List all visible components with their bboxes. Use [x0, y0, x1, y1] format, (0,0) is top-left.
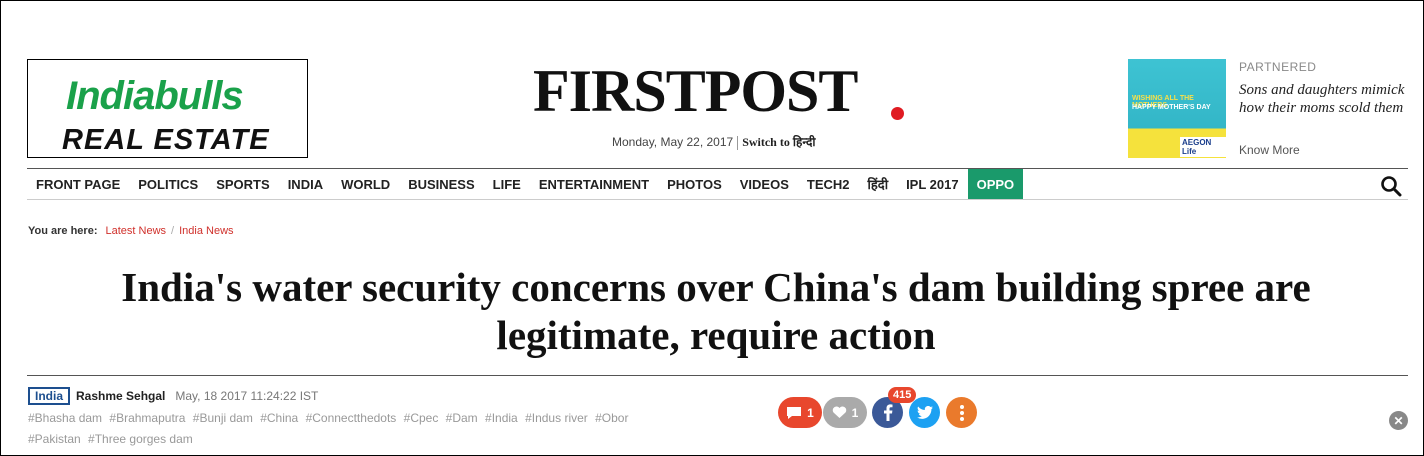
- nav-item-front-page[interactable]: FRONT PAGE: [27, 169, 129, 199]
- comment-button[interactable]: 1: [778, 397, 822, 428]
- ad-brand-line2: REAL ESTATE: [62, 124, 270, 156]
- tag-link[interactable]: #Three gorges dam: [88, 432, 193, 446]
- search-icon[interactable]: [1380, 175, 1402, 197]
- comment-icon: [787, 406, 802, 419]
- nav-item-videos[interactable]: VIDEOS: [731, 169, 798, 199]
- site-logo[interactable]: FIRSTPOST: [533, 61, 858, 121]
- partnered-label: PARTNERED: [1239, 60, 1317, 74]
- indiabulls-ad[interactable]: Indiabulls REAL ESTATE: [27, 59, 308, 158]
- author-link[interactable]: Rashme Sehgal: [76, 389, 165, 403]
- breadcrumb-label: You are here:: [28, 225, 98, 237]
- nav-item-hindi[interactable]: हिंदी: [859, 169, 898, 199]
- nav-item-business[interactable]: BUSINESS: [399, 169, 483, 199]
- partner-brand-logo: AEGON Life: [1180, 137, 1226, 157]
- nav-item-tech2[interactable]: TECH2: [798, 169, 859, 199]
- twitter-icon: [916, 406, 933, 419]
- facebook-icon: [883, 404, 892, 421]
- tag-link[interactable]: #China: [260, 411, 298, 425]
- nav-item-entertainment[interactable]: ENTERTAINMENT: [530, 169, 658, 199]
- partner-title-link[interactable]: Sons and daughters mimick how their moms…: [1239, 81, 1419, 117]
- tag-link[interactable]: #Brahmaputra: [109, 411, 185, 425]
- nav-item-photos[interactable]: PHOTOS: [658, 169, 731, 199]
- like-button[interactable]: 1: [823, 397, 867, 428]
- like-count: 1: [851, 405, 859, 420]
- nav-item-politics[interactable]: POLITICS: [129, 169, 207, 199]
- tag-link[interactable]: #Cpec: [404, 411, 439, 425]
- tag-list: #Bhasha dam #Brahmaputra #Bunji dam #Chi…: [28, 408, 728, 450]
- divider: [27, 375, 1408, 376]
- publish-timestamp: May, 18 2017 11:24:22 IST: [175, 389, 319, 403]
- close-icon[interactable]: ✕: [1389, 411, 1408, 430]
- more-share-button[interactable]: [946, 397, 977, 428]
- nav-item-life[interactable]: LIFE: [484, 169, 530, 199]
- nav-item-india[interactable]: INDIA: [279, 169, 332, 199]
- tag-link[interactable]: #Bhasha dam: [28, 411, 102, 425]
- nav-item-world[interactable]: WORLD: [332, 169, 399, 199]
- article-headline: India's water security concerns over Chi…: [121, 264, 1311, 358]
- partner-image-line2: HAPPY MOTHER'S DAY: [1132, 104, 1211, 111]
- breadcrumb-india-news[interactable]: India News: [179, 225, 233, 237]
- dateline: Monday, May 22, 2017 Switch to हिन्दी: [612, 133, 816, 150]
- main-nav: FRONT PAGE POLITICS SPORTS INDIA WORLD B…: [27, 168, 1408, 200]
- nav-item-oppo[interactable]: OPPO: [967, 169, 1024, 199]
- tag-link[interactable]: #Indus river: [525, 411, 588, 425]
- tag-link[interactable]: #Connectthedots: [306, 411, 397, 425]
- logo-dot: [891, 107, 904, 120]
- breadcrumb-latest-news[interactable]: Latest News: [106, 225, 167, 237]
- twitter-share-button[interactable]: [909, 397, 940, 428]
- divider: [737, 135, 739, 150]
- breadcrumb: You are here: Latest News / India News: [28, 225, 234, 237]
- nav-item-ipl-2017[interactable]: IPL 2017: [897, 169, 968, 199]
- article-meta: India Rashme Sehgal May, 18 2017 11:24:2…: [28, 387, 318, 405]
- nav-item-sports[interactable]: SPORTS: [207, 169, 278, 199]
- comment-count: 1: [807, 405, 814, 420]
- tag-link[interactable]: #Obor: [595, 411, 628, 425]
- breadcrumb-separator: /: [171, 225, 175, 237]
- know-more-link[interactable]: Know More: [1239, 143, 1300, 157]
- facebook-share-count: 415: [888, 387, 917, 403]
- tag-link[interactable]: #Pakistan: [28, 432, 81, 446]
- ad-brand-line1: Indiabulls: [66, 74, 244, 118]
- tag-link[interactable]: #Bunji dam: [193, 411, 253, 425]
- switch-language-link[interactable]: Switch to हिन्दी: [742, 135, 815, 149]
- more-dots-icon: [959, 404, 964, 421]
- tag-link[interactable]: #India: [485, 411, 518, 425]
- current-date: Monday, May 22, 2017: [612, 135, 734, 149]
- tag-link[interactable]: #Dam: [446, 411, 478, 425]
- partner-thumbnail[interactable]: WISHING ALL THE MOTHERS HAPPY MOTHER'S D…: [1128, 59, 1226, 158]
- heart-icon: [832, 406, 846, 418]
- section-badge[interactable]: India: [28, 387, 71, 405]
